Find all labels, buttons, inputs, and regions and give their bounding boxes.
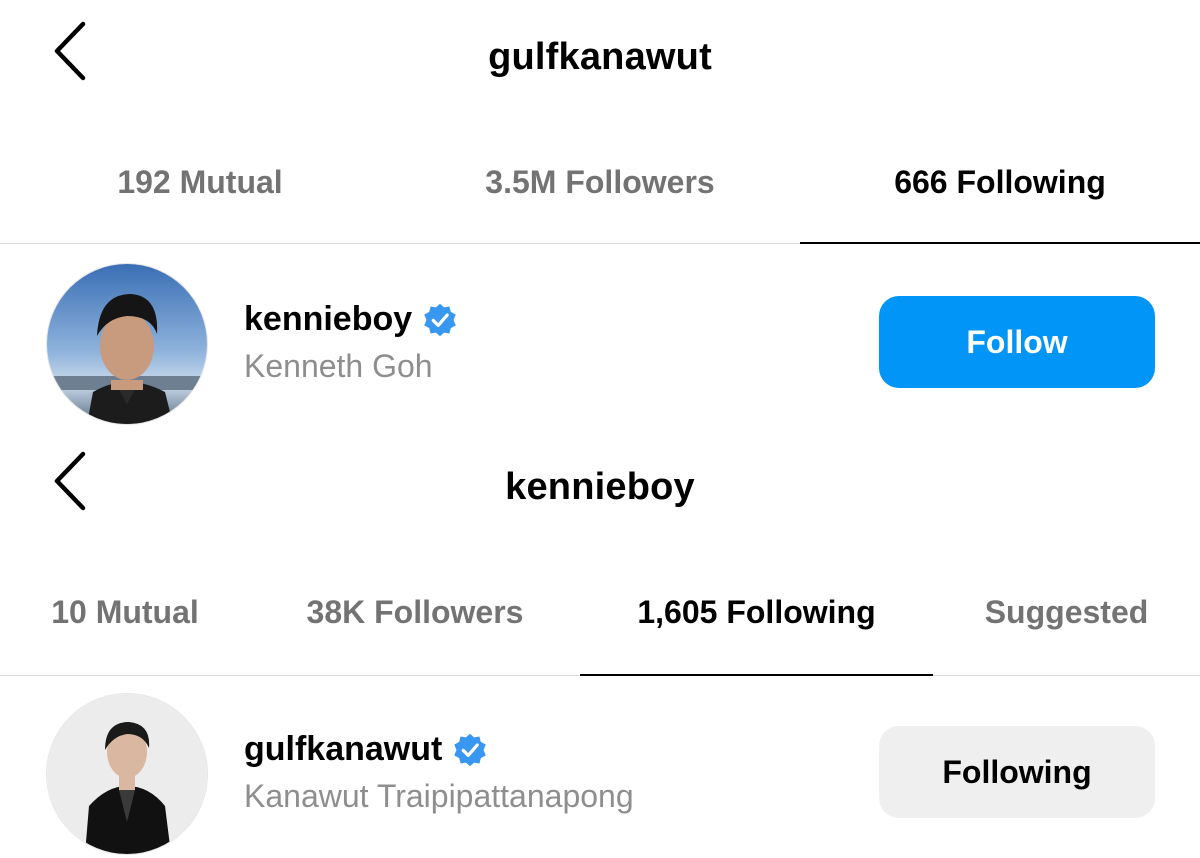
- page-title: gulfkanawut: [488, 36, 712, 78]
- tab-bar: 10 Mutual 38K Followers 1,605 Following …: [0, 576, 1200, 676]
- username-link[interactable]: kennieboy: [244, 300, 458, 339]
- tab-following[interactable]: 1,605 Following: [580, 576, 933, 676]
- full-name: Kenneth Goh: [244, 348, 433, 384]
- username: gulfkanawut: [244, 730, 443, 768]
- verified-badge-icon: [424, 303, 456, 336]
- tab-mutual[interactable]: 192 Mutual: [0, 146, 400, 243]
- username-link[interactable]: gulfkanawut: [244, 730, 488, 769]
- tab-bar: 192 Mutual 3.5M Followers 666 Following: [0, 146, 1200, 244]
- following-list-panel-kennieboy: kennieboy 10 Mutual 38K Followers 1,605 …: [0, 430, 1200, 857]
- avatar[interactable]: [46, 263, 208, 425]
- user-list-item: gulfkanawut Kanawut Traipipattanapong Fo…: [0, 688, 1200, 858]
- page-title: kennieboy: [505, 466, 695, 508]
- follow-button[interactable]: Follow: [879, 296, 1155, 388]
- tab-suggested[interactable]: Suggested: [933, 576, 1200, 675]
- tab-following[interactable]: 666 Following: [800, 146, 1200, 244]
- full-name: Kanawut Traipipattanapong: [244, 778, 634, 814]
- verified-badge-icon: [454, 733, 487, 766]
- avatar[interactable]: [46, 693, 208, 855]
- user-list-item: kennieboy Kenneth Goh Follow: [0, 258, 1200, 428]
- following-list-panel-gulfkanawut: gulfkanawut 192 Mutual 3.5M Followers 66…: [0, 0, 1200, 430]
- tab-followers[interactable]: 38K Followers: [250, 576, 580, 675]
- tab-mutual[interactable]: 10 Mutual: [0, 576, 250, 675]
- following-button[interactable]: Following: [879, 726, 1155, 818]
- username: kennieboy: [244, 300, 413, 338]
- tab-followers[interactable]: 3.5M Followers: [400, 146, 800, 243]
